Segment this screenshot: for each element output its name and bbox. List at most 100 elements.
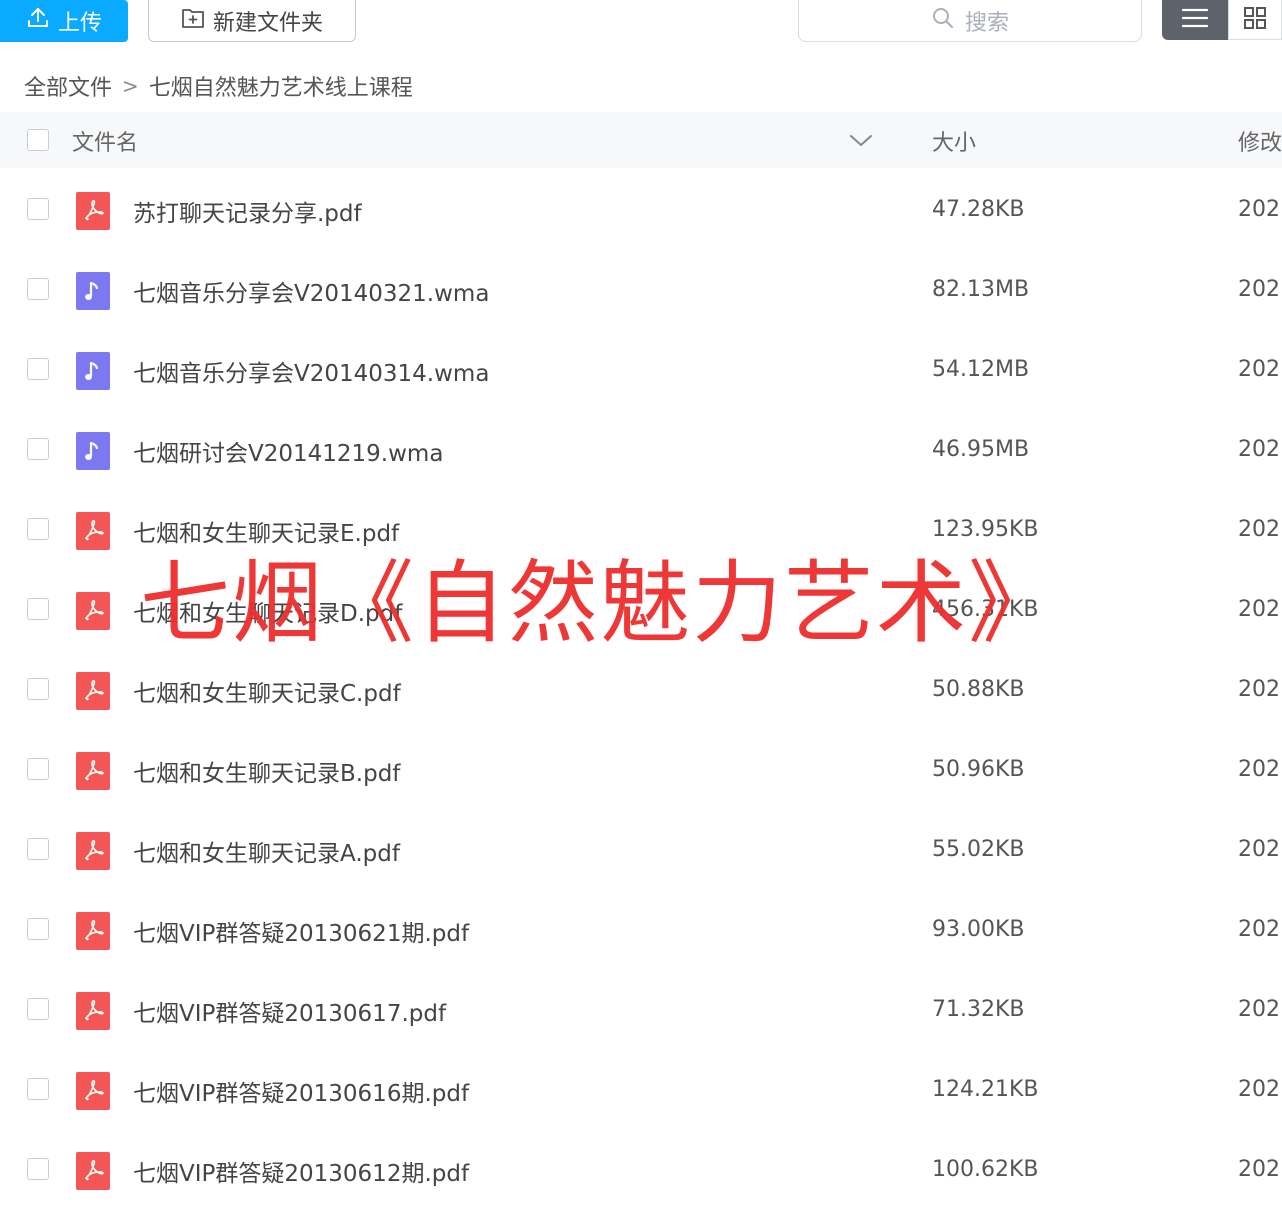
file-name[interactable]: 七烟和女生聊天记录B.pdf [133, 754, 400, 788]
toolbar: 上传 新建文件夹 搜索 [0, 0, 1282, 44]
table-row[interactable]: 七烟VIP群答疑20130616期.pdf 124.21KB 202 [0, 1050, 1282, 1130]
file-list: 苏打聊天记录分享.pdf 47.28KB 202 七烟音乐分享会V20140321.w… [0, 170, 1282, 1210]
new-folder-button[interactable]: 新建文件夹 [148, 0, 356, 42]
file-modified-date: 202 [1238, 357, 1280, 382]
file-modified-date: 202 [1238, 917, 1280, 942]
search-placeholder: 搜索 [964, 10, 1009, 36]
pdf-file-icon [76, 1072, 110, 1110]
file-size: 46.95MB [932, 437, 1030, 462]
file-name[interactable]: 七烟和女生聊天记录C.pdf [133, 674, 401, 708]
row-checkbox[interactable] [27, 358, 49, 380]
column-header-size[interactable]: 大小 [932, 125, 976, 157]
file-modified-date: 202 [1238, 997, 1280, 1022]
pdf-file-icon [76, 832, 110, 870]
pdf-file-icon [76, 512, 110, 550]
row-checkbox[interactable] [27, 998, 49, 1020]
pdf-file-icon [76, 912, 110, 950]
file-name[interactable]: 七烟音乐分享会V20140314.wma [133, 354, 489, 388]
table-row[interactable]: 苏打聊天记录分享.pdf 47.28KB 202 [0, 170, 1282, 250]
row-checkbox[interactable] [27, 1078, 49, 1100]
file-name[interactable]: 七烟研讨会V20141219.wma [133, 434, 443, 468]
file-size: 71.32KB [932, 997, 1025, 1022]
row-checkbox[interactable] [27, 838, 49, 860]
row-checkbox[interactable] [27, 678, 49, 700]
watermark-text: 七烟《自然魅力艺术》 [140, 551, 1060, 656]
file-modified-date: 202 [1238, 517, 1280, 542]
pdf-file-icon [76, 592, 110, 630]
grid-view-button[interactable] [1228, 0, 1282, 40]
audio-file-icon [76, 272, 110, 310]
upload-icon [26, 6, 50, 36]
file-size: 123.95KB [932, 517, 1039, 542]
table-row[interactable]: 七烟研讨会V20141219.wma 46.95MB 202 [0, 410, 1282, 490]
table-row[interactable]: 七烟和女生聊天记录B.pdf 50.96KB 202 [0, 730, 1282, 810]
breadcrumb-separator: > [122, 74, 139, 98]
row-checkbox[interactable] [27, 758, 49, 780]
file-name[interactable]: 七烟VIP群答疑20130612期.pdf [133, 1154, 469, 1188]
file-name[interactable]: 七烟音乐分享会V20140321.wma [133, 274, 489, 308]
table-row[interactable]: 七烟音乐分享会V20140321.wma 82.13MB 202 [0, 250, 1282, 330]
file-name[interactable]: 七烟VIP群答疑20130616期.pdf [133, 1074, 469, 1108]
file-name[interactable]: 苏打聊天记录分享.pdf [133, 194, 362, 228]
upload-label: 上传 [57, 11, 102, 36]
list-view-button[interactable] [1162, 0, 1228, 40]
new-folder-label: 新建文件夹 [212, 10, 323, 36]
row-checkbox[interactable] [27, 438, 49, 460]
file-name[interactable]: 七烟和女生聊天记录A.pdf [133, 834, 400, 868]
column-header-name[interactable]: 文件名 [72, 125, 138, 157]
breadcrumb-root[interactable]: 全部文件 [24, 70, 112, 102]
file-modified-date: 202 [1238, 597, 1280, 622]
file-modified-date: 202 [1238, 197, 1280, 222]
column-header-modified[interactable]: 修改 [1238, 125, 1282, 157]
audio-file-icon [76, 352, 110, 390]
row-checkbox[interactable] [27, 918, 49, 940]
file-size: 82.13MB [932, 277, 1030, 302]
list-view-icon [1181, 7, 1209, 33]
file-modified-date: 202 [1238, 437, 1280, 462]
file-size: 50.88KB [932, 677, 1025, 702]
file-name[interactable]: 七烟VIP群答疑20130617.pdf [133, 994, 446, 1028]
row-checkbox[interactable] [27, 1158, 49, 1180]
pdf-file-icon [76, 672, 110, 710]
pdf-file-icon [76, 752, 110, 790]
file-modified-date: 202 [1238, 837, 1280, 862]
search-icon [931, 6, 955, 36]
table-row[interactable]: 七烟音乐分享会V20140314.wma 54.12MB 202 [0, 330, 1282, 410]
table-row[interactable]: 七烟和女生聊天记录C.pdf 50.88KB 202 [0, 650, 1282, 730]
file-size: 93.00KB [932, 917, 1025, 942]
chevron-down-icon[interactable] [848, 130, 874, 150]
file-size: 100.62KB [932, 1157, 1039, 1182]
file-name[interactable]: 七烟和女生聊天记录E.pdf [133, 514, 399, 548]
breadcrumb-current: 七烟自然魅力艺术线上课程 [148, 76, 413, 101]
select-all-checkbox[interactable] [27, 129, 49, 151]
file-modified-date: 202 [1238, 1157, 1280, 1182]
table-row[interactable]: 七烟VIP群答疑20130617.pdf 71.32KB 202 [0, 970, 1282, 1050]
pdf-file-icon [76, 1152, 110, 1190]
pdf-file-icon [76, 992, 110, 1030]
file-size: 55.02KB [932, 837, 1025, 862]
pdf-file-icon [76, 192, 110, 230]
file-size: 47.28KB [932, 197, 1025, 222]
file-modified-date: 202 [1238, 277, 1280, 302]
breadcrumb: 全部文件 > 七烟自然魅力艺术线上课程 [24, 70, 413, 102]
row-checkbox[interactable] [27, 278, 49, 300]
table-header: 文件名 大小 修改 [0, 112, 1282, 168]
file-size: 124.21KB [932, 1077, 1039, 1102]
file-size: 50.96KB [932, 757, 1025, 782]
table-row[interactable]: 七烟VIP群答疑20130612期.pdf 100.62KB 202 [0, 1130, 1282, 1210]
file-modified-date: 202 [1238, 677, 1280, 702]
table-row[interactable]: 七烟和女生聊天记录A.pdf 55.02KB 202 [0, 810, 1282, 890]
audio-file-icon [76, 432, 110, 470]
grid-view-icon [1243, 6, 1267, 34]
file-modified-date: 202 [1238, 757, 1280, 782]
row-checkbox[interactable] [27, 518, 49, 540]
upload-button[interactable]: 上传 [0, 0, 128, 42]
file-name[interactable]: 七烟VIP群答疑20130621期.pdf [133, 914, 469, 948]
table-row[interactable]: 七烟VIP群答疑20130621期.pdf 93.00KB 202 [0, 890, 1282, 970]
row-checkbox[interactable] [27, 198, 49, 220]
new-folder-icon [181, 7, 205, 35]
file-size: 54.12MB [932, 357, 1030, 382]
search-input[interactable]: 搜索 [798, 0, 1142, 42]
row-checkbox[interactable] [27, 598, 49, 620]
file-modified-date: 202 [1238, 1077, 1280, 1102]
